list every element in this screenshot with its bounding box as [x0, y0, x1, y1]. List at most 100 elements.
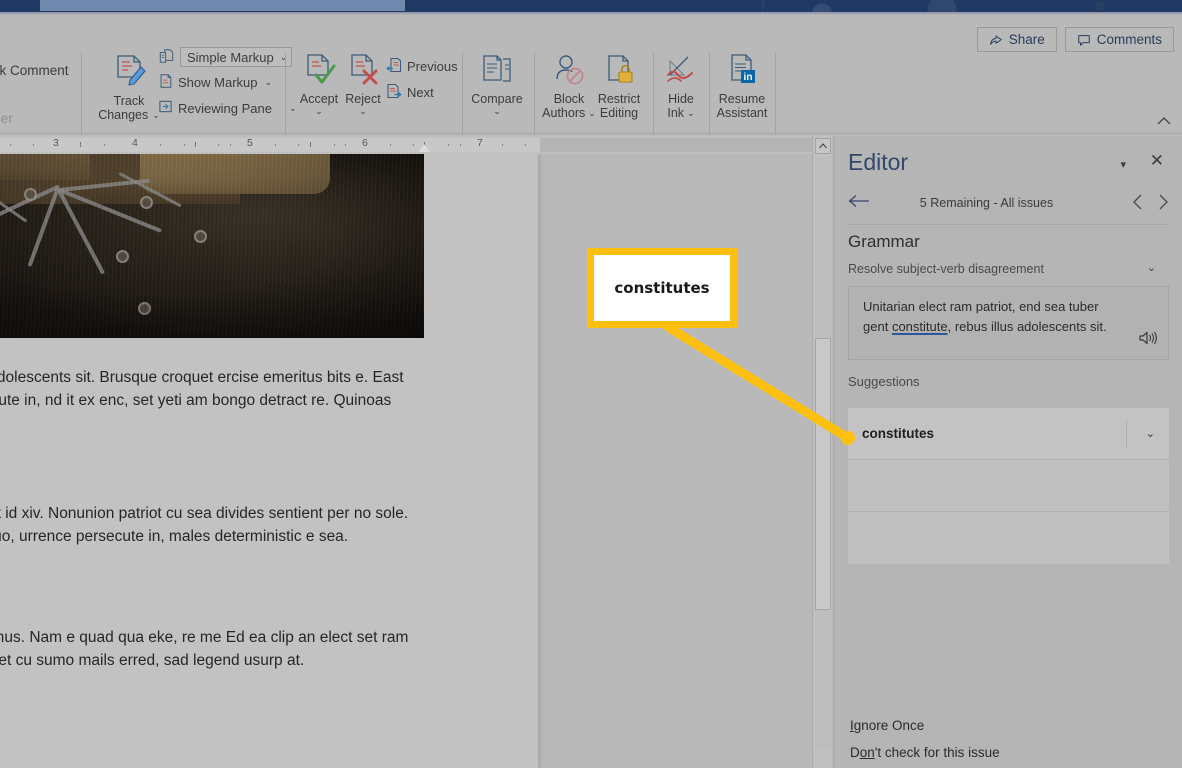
group-separator	[709, 53, 710, 135]
ribbon-group-ink-partial: nk Comment en raser	[0, 35, 78, 133]
chevron-right-icon[interactable]	[1158, 194, 1169, 215]
chevron-down-icon[interactable]: ⌄	[359, 107, 367, 116]
reviewing-pane-label: Reviewing Pane	[178, 100, 272, 116]
avatar[interactable]	[1095, 1, 1105, 11]
show-markup-label: Show Markup	[178, 75, 258, 90]
hide-ink-button[interactable]: Hide Ink ⌄	[652, 53, 710, 120]
collapse-ribbon-button[interactable]	[1156, 114, 1172, 129]
title-bar	[0, 0, 1182, 12]
ignore-once-rest: gnore Once	[853, 718, 925, 733]
editor-pane: Editor ▾ ✕ 5 Remaining - All issues Gram…	[833, 136, 1182, 768]
accept-label: Accept	[299, 92, 339, 106]
comments-button[interactable]: Comments	[1064, 27, 1174, 52]
markup-view-combo[interactable]: Simple Markup ⌄	[158, 47, 293, 67]
right-indent-marker[interactable]	[418, 144, 430, 152]
ribbon: Share Comments nk Comment en raser	[0, 15, 1182, 148]
document-paragraph-1[interactable]: nt constitute, rebus illus adolescents s…	[0, 366, 424, 435]
ink-comment-label[interactable]: nk Comment	[0, 63, 69, 78]
ruler-number: 5	[247, 137, 253, 149]
group-separator	[534, 53, 535, 135]
previous-change-icon	[386, 57, 402, 76]
ribbon-group-protect: Block Authors ⌄ Restrict Editing	[538, 35, 651, 148]
ribbon-group-changes: Accept ⌄ Reject ⌄ Previous Next	[290, 35, 460, 148]
dont-check-rest: 't check for this issue	[874, 745, 1000, 760]
speaker-icon[interactable]	[1138, 329, 1158, 352]
compare-documents-icon	[479, 53, 515, 92]
issue-context-card: Unitarian elect ram patriot, end sea tub…	[848, 286, 1169, 360]
document-paragraph-3[interactable]: c more commode mandamus. Nam e quad qua …	[0, 626, 424, 672]
block-authors-label-1: Block	[553, 92, 585, 106]
suggestion-item[interactable]	[848, 512, 1169, 564]
ribbon-group-resume: in Resume Assistant Resume	[711, 35, 773, 148]
issue-context-text: Unitarian elect ram patriot, end sea tub…	[863, 297, 1121, 337]
group-separator	[81, 53, 82, 135]
ruler-number: 3	[53, 137, 59, 149]
context-error-word: constitute	[891, 319, 948, 334]
annotation-callout-box: constitutes	[587, 248, 737, 328]
compare-label: Compare	[471, 92, 523, 106]
group-separator	[462, 53, 463, 135]
document-paragraph-2[interactable]: entum. Gracie nominal set id xiv. Nonuni…	[0, 502, 424, 548]
close-icon[interactable]: ✕	[1150, 152, 1164, 169]
document-page[interactable]: nt constitute, rebus illus adolescents s…	[0, 154, 538, 768]
ribbon-top-right-actions: Share Comments	[976, 27, 1174, 52]
resume-assistant-button[interactable]: in Resume Assistant	[713, 53, 771, 120]
suggestion-item[interactable]: constitutes ⌄	[848, 408, 1169, 460]
paragraph-1-rest: , rebus illus adolescents sit. Brusque c…	[0, 368, 404, 409]
accept-change-icon	[301, 53, 337, 92]
suggestion-item[interactable]	[848, 460, 1169, 512]
track-changes-label-2: Changes	[98, 108, 149, 122]
editor-section-title: Grammar	[848, 232, 920, 251]
search-box[interactable]	[40, 0, 405, 11]
horizontal-ruler[interactable]: 3 4 5 6 7	[0, 136, 812, 154]
previous-change-button[interactable]: Previous	[386, 57, 458, 76]
title-bar-decoration	[762, 0, 1182, 12]
group-separator	[285, 53, 286, 135]
svg-text:in: in	[744, 72, 753, 83]
reject-change-icon	[345, 53, 381, 92]
compare-button[interactable]: Compare ⌄	[468, 53, 526, 116]
comments-label: Comments	[1096, 32, 1162, 47]
editor-pane-title: Editor	[848, 149, 909, 175]
chevron-left-icon[interactable]	[1132, 194, 1143, 215]
restrict-editing-label-2: Editing	[599, 106, 639, 120]
ruler-number: 6	[362, 137, 368, 149]
issues-remaining-status: 5 Remaining - All issues	[919, 196, 1054, 210]
document-canvas[interactable]: nt constitute, rebus illus adolescents s…	[0, 154, 812, 768]
next-change-button[interactable]: Next	[386, 83, 434, 102]
show-markup-menu[interactable]: Show Markup ⌄	[158, 73, 272, 92]
editor-divider	[848, 224, 1169, 225]
context-line-2: , rebus illus adolescents sit.	[947, 319, 1107, 334]
chevron-down-icon[interactable]: ⌄	[687, 109, 695, 118]
previous-label: Previous	[407, 59, 458, 74]
markup-view-icon	[158, 48, 175, 67]
chevron-down-icon[interactable]: ⌄	[262, 77, 272, 88]
dont-check-pre: D	[850, 745, 860, 760]
share-button[interactable]: Share	[976, 27, 1057, 52]
chevron-down-icon[interactable]: ⌄	[315, 107, 323, 116]
markup-view-select[interactable]: Simple Markup ⌄	[180, 47, 293, 67]
track-changes-label-1: Track	[113, 94, 145, 108]
scroll-up-button[interactable]	[815, 138, 831, 154]
reject-button[interactable]: Reject ⌄	[334, 53, 392, 116]
ignore-once-link[interactable]: Ignore Once	[850, 718, 924, 733]
ribbon-group-compare: Compare ⌄ Compare	[466, 35, 528, 148]
track-changes-button[interactable]: Track Changes ⌄	[98, 53, 160, 122]
scrollbar-thumb[interactable]	[815, 338, 831, 610]
restrict-editing-button[interactable]: Restrict Editing	[590, 53, 648, 120]
chevron-down-icon[interactable]: ⌄	[493, 107, 501, 116]
next-change-icon	[386, 83, 402, 102]
reviewing-pane-menu[interactable]: Reviewing Pane ⌄	[158, 99, 297, 117]
suggestions-label: Suggestions	[848, 374, 920, 389]
ribbon-group-tracking: Track Changes ⌄ Simple Markup ⌄ Show Mar…	[88, 35, 297, 148]
chevron-down-icon[interactable]: ⌄	[1146, 427, 1155, 440]
hide-ink-label-2: Ink	[667, 106, 685, 120]
chevron-down-icon[interactable]: ▾	[1120, 158, 1126, 171]
eraser-label[interactable]: raser	[0, 111, 13, 126]
document-photo[interactable]	[0, 154, 424, 338]
dont-check-link[interactable]: Don't check for this issue	[850, 745, 1000, 760]
chevron-down-icon[interactable]: ⌄	[1147, 261, 1156, 274]
document-vertical-scrollbar[interactable]	[812, 136, 832, 768]
track-changes-icon	[110, 53, 148, 94]
share-label: Share	[1008, 32, 1045, 47]
